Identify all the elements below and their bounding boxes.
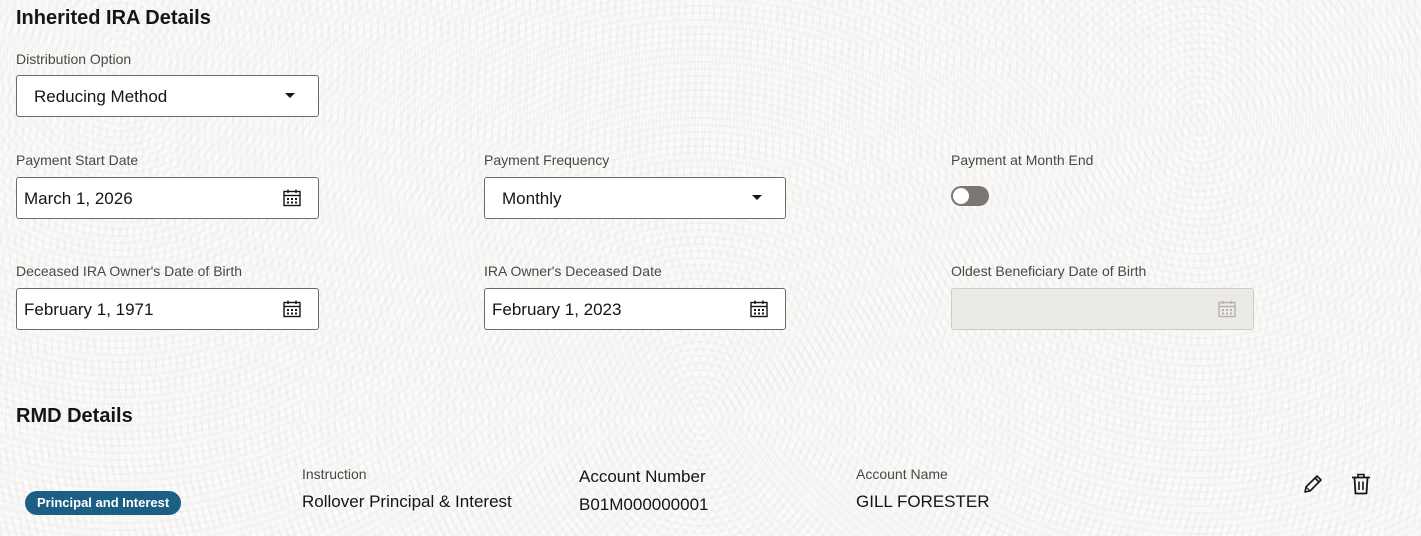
chevron-down-icon (752, 195, 762, 200)
distribution-option-select[interactable]: Reducing Method (16, 75, 319, 117)
account-name-value: GILL FORESTER (856, 492, 990, 511)
account-number-label: Account Number (579, 467, 706, 486)
calendar-icon[interactable] (749, 299, 769, 319)
instruction-value: Rollover Principal & Interest (302, 492, 512, 511)
toggle-knob (953, 188, 969, 204)
trash-icon[interactable] (1349, 472, 1373, 496)
payment-month-end-label: Payment at Month End (951, 152, 1094, 168)
payment-start-date-value: March 1, 2026 (24, 189, 133, 208)
rmd-list-item: Principal and Interest Instruction Rollo… (0, 460, 1421, 536)
payment-start-date-label: Payment Start Date (16, 152, 139, 168)
oldest-beneficiary-dob-input[interactable] (951, 288, 1254, 330)
rmd-details-title: RMD Details (16, 405, 133, 427)
payment-month-end-toggle[interactable] (951, 186, 989, 206)
owner-deceased-date-input[interactable]: February 1, 2023 (484, 288, 786, 330)
inherited-ira-title: Inherited IRA Details (16, 7, 211, 29)
payment-frequency-value: Monthly (502, 189, 562, 208)
chevron-down-icon (285, 93, 295, 98)
calendar-icon (1218, 300, 1236, 318)
account-number-value: B01M000000001 (579, 495, 709, 514)
payment-frequency-label: Payment Frequency (484, 152, 610, 168)
instruction-label: Instruction (302, 466, 367, 482)
distribution-option-value: Reducing Method (34, 87, 168, 106)
rmd-type-badge: Principal and Interest (25, 491, 182, 515)
payment-start-date-input[interactable]: March 1, 2026 (16, 177, 319, 219)
pencil-icon[interactable] (1301, 472, 1325, 496)
owner-deceased-date-value: February 1, 2023 (492, 300, 622, 319)
calendar-icon[interactable] (282, 188, 302, 208)
owner-deceased-date-label: IRA Owner's Deceased Date (484, 263, 662, 279)
owner-dob-label: Deceased IRA Owner's Date of Birth (16, 263, 242, 279)
account-name-label: Account Name (856, 466, 948, 482)
oldest-beneficiary-dob-label: Oldest Beneficiary Date of Birth (951, 263, 1147, 279)
distribution-option-label: Distribution Option (16, 51, 132, 67)
calendar-icon[interactable] (282, 299, 302, 319)
owner-dob-input[interactable]: February 1, 1971 (16, 288, 319, 330)
owner-dob-value: February 1, 1971 (24, 300, 154, 319)
payment-frequency-select[interactable]: Monthly (484, 177, 786, 219)
